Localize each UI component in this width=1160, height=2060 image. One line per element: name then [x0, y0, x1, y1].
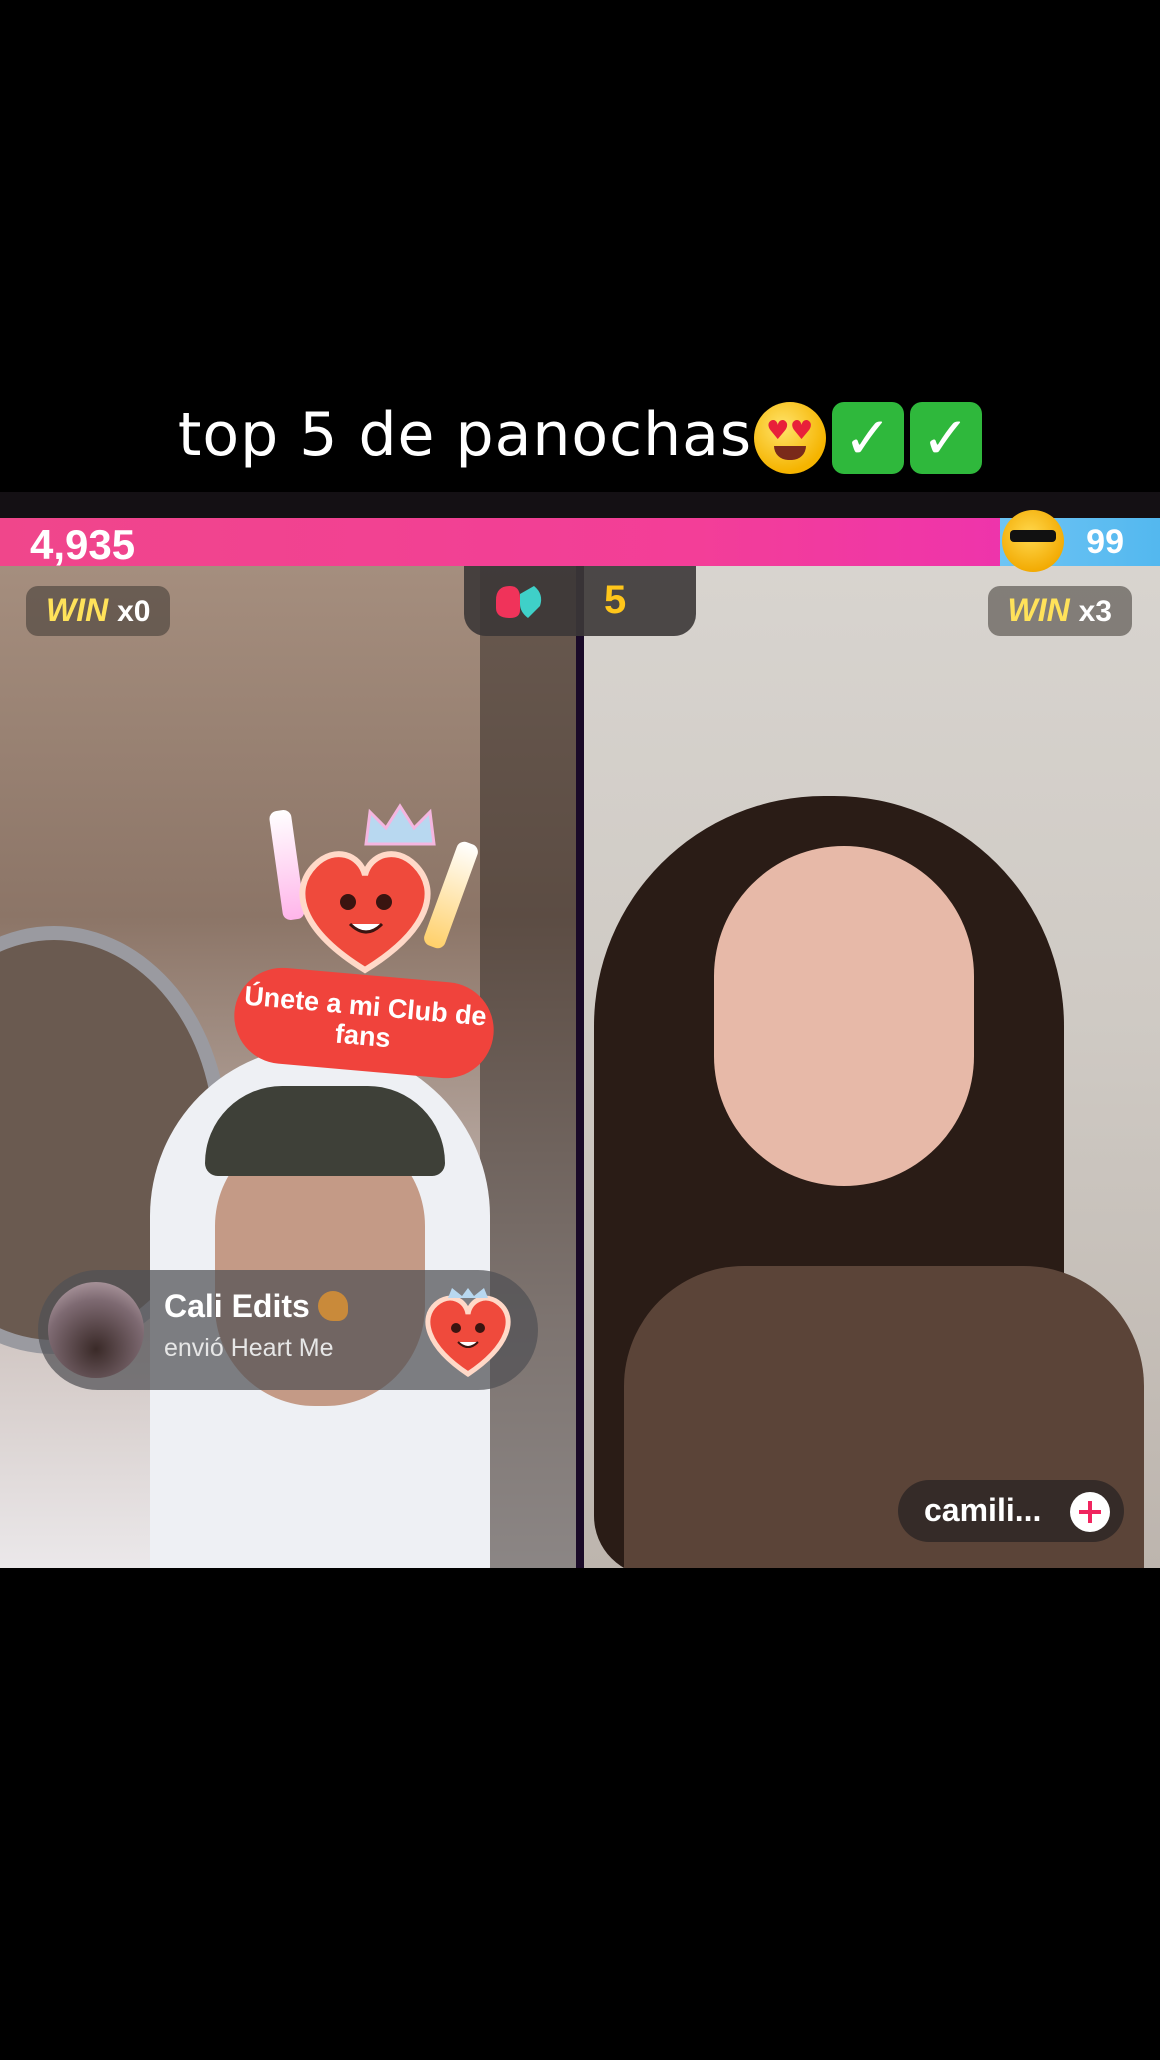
timer-value: 5	[604, 578, 627, 622]
battle-timer: 5	[464, 566, 696, 636]
heart-gift-icon	[425, 1288, 511, 1378]
avatar[interactable]	[48, 1282, 144, 1378]
right-score: 99	[1086, 523, 1124, 561]
battle-score-bar: 4,935 99	[0, 510, 1160, 572]
host-username: camili...	[924, 1492, 1042, 1528]
squirrel-icon	[317, 1291, 348, 1321]
host-cap	[205, 1086, 445, 1176]
win-count: x0	[117, 595, 151, 628]
follow-plus-icon[interactable]	[1070, 1492, 1110, 1532]
caption-text: top 5 de panochas	[177, 400, 753, 470]
heart-mascot-icon	[299, 851, 431, 974]
gift-message: envió Heart Me	[164, 1334, 334, 1362]
right-host-video[interactable]	[584, 566, 1160, 1568]
gift-notification: Cali Edits envió Heart Me	[38, 1270, 538, 1390]
win-label: WIN	[1007, 592, 1070, 628]
left-win-badge: WIN x0	[26, 586, 171, 636]
check-mark-icon: ✓	[910, 402, 983, 475]
right-win-badge: WIN x3	[987, 586, 1132, 636]
win-label: WIN	[46, 592, 109, 628]
check-mark-icon: ✓	[832, 402, 905, 475]
background-panel	[480, 566, 576, 1568]
win-count: x3	[1078, 595, 1112, 628]
left-score: 4,935	[30, 521, 136, 568]
left-host-video[interactable]	[0, 566, 576, 1568]
gift-sender-name: Cali Edits	[164, 1288, 310, 1324]
right-host-user-pill[interactable]: camili...	[898, 1480, 1124, 1542]
host-face	[714, 846, 974, 1186]
heart-eyes-emoji-icon	[754, 402, 827, 475]
gift-sender: Cali Edits	[164, 1288, 348, 1325]
fan-club-text: Únete a mi Club de fans	[243, 980, 488, 1054]
sunglasses-emoji-icon	[1002, 510, 1064, 572]
video-caption: top 5 de panochas ✓✓	[0, 400, 1160, 475]
video-divider	[576, 566, 584, 1568]
boxing-gloves-icon	[496, 586, 542, 618]
